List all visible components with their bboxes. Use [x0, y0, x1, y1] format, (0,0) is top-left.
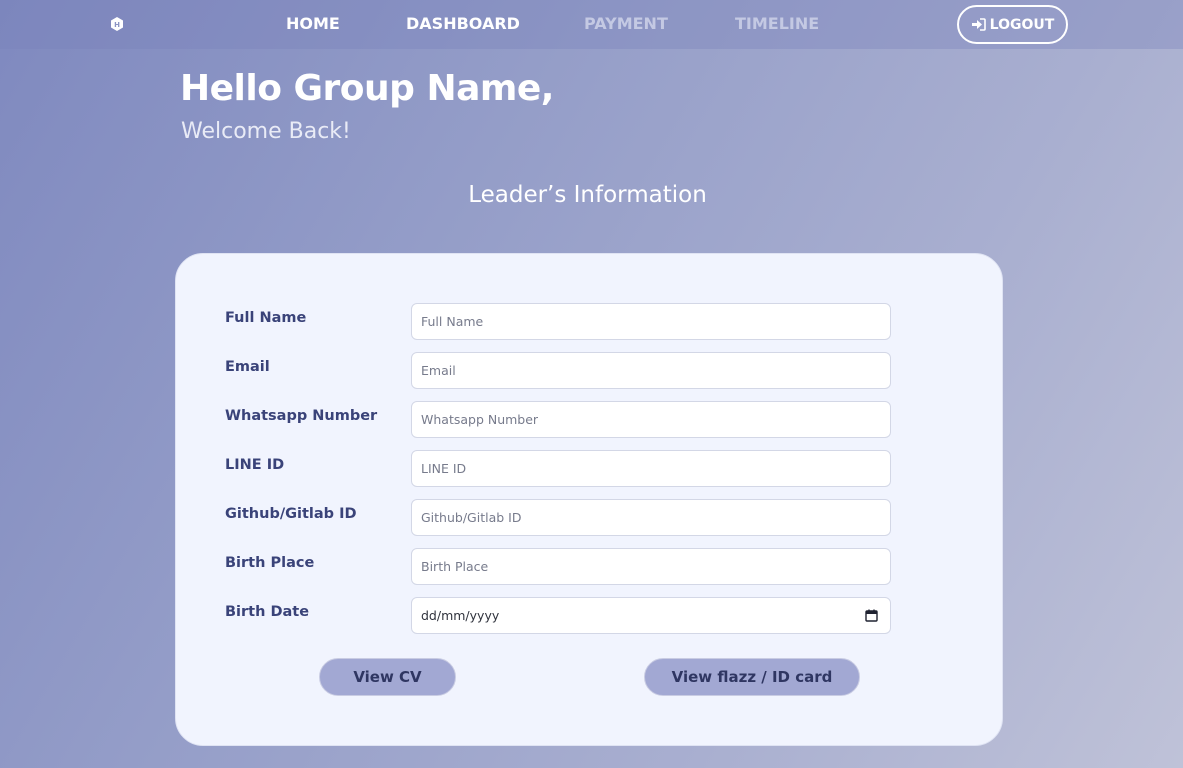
- birth-date-label: Birth Date: [225, 604, 310, 620]
- email-input[interactable]: [411, 352, 891, 389]
- full-name-label: Full Name: [225, 310, 307, 326]
- birth-place-input[interactable]: [411, 548, 891, 585]
- greeting-title: Hello Group Name,: [180, 68, 554, 109]
- whatsapp-input[interactable]: [411, 401, 891, 438]
- logout-button[interactable]: LOGOUT: [957, 5, 1068, 44]
- birth-date-input[interactable]: dd/mm/yyyy: [411, 597, 891, 634]
- svg-text:H: H: [114, 21, 120, 29]
- form-row-line-id: LINE ID: [176, 450, 1004, 487]
- full-name-input[interactable]: [411, 303, 891, 340]
- section-title: Leader’s Information: [0, 182, 1183, 208]
- leader-info-card: Full Name Email Whatsapp Number LINE ID …: [175, 253, 1003, 746]
- calendar-icon[interactable]: [865, 609, 878, 622]
- welcome-subtitle: Welcome Back!: [181, 119, 351, 144]
- github-label: Github/Gitlab ID: [225, 506, 357, 522]
- form-row-birth-place: Birth Place: [176, 548, 1004, 585]
- section-title-text: Leader’s Information: [468, 182, 707, 208]
- birth-date-value: dd/mm/yyyy: [421, 608, 500, 623]
- nav-timeline-link[interactable]: TIMELINE: [735, 14, 819, 33]
- birth-place-label: Birth Place: [225, 555, 315, 571]
- nav-payment-link[interactable]: PAYMENT: [584, 14, 668, 33]
- github-input[interactable]: [411, 499, 891, 536]
- form-row-email: Email: [176, 352, 1004, 389]
- whatsapp-label: Whatsapp Number: [225, 408, 378, 424]
- navbar: H HOME DASHBOARD PAYMENT TIMELINE LOGOUT: [0, 0, 1183, 49]
- logout-label: LOGOUT: [989, 16, 1055, 33]
- hexagon-logo-icon[interactable]: H: [109, 16, 125, 32]
- line-id-label: LINE ID: [225, 457, 285, 473]
- line-id-input[interactable]: [411, 450, 891, 487]
- view-id-card-button[interactable]: View flazz / ID card: [644, 658, 860, 696]
- form-row-whatsapp: Whatsapp Number: [176, 401, 1004, 438]
- form-row-full-name: Full Name: [176, 303, 1004, 340]
- form-row-birth-date: Birth Date dd/mm/yyyy: [176, 597, 1004, 634]
- view-cv-button[interactable]: View CV: [319, 658, 456, 696]
- sign-in-icon: [971, 18, 986, 31]
- nav-dashboard-link[interactable]: DASHBOARD: [406, 14, 520, 33]
- email-label: Email: [225, 359, 270, 375]
- nav-home-link[interactable]: HOME: [286, 14, 340, 33]
- form-row-github: Github/Gitlab ID: [176, 499, 1004, 536]
